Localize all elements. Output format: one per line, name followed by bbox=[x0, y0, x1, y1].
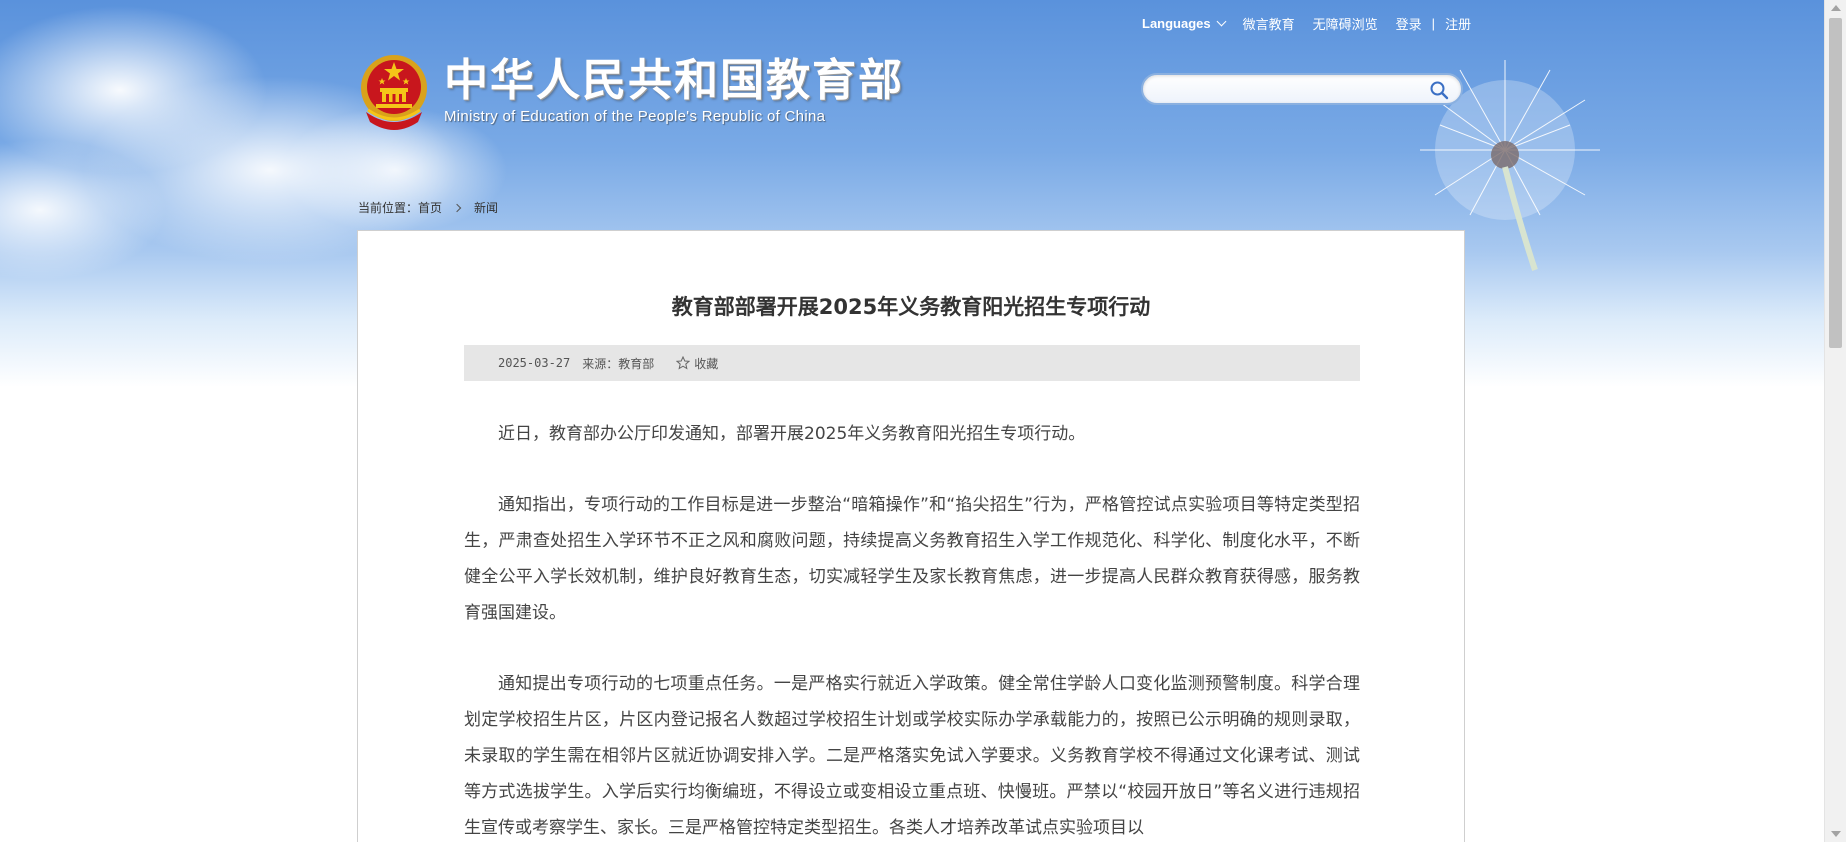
site-logo[interactable]: 中华人民共和国教育部 Ministry of Education of the … bbox=[358, 52, 904, 132]
chevron-right-icon bbox=[452, 203, 462, 212]
breadcrumb-current[interactable]: 新闻 bbox=[474, 199, 498, 216]
languages-label: Languages bbox=[1142, 16, 1211, 31]
search-input[interactable] bbox=[1157, 79, 1421, 101]
weiyan-link[interactable]: 微言教育 bbox=[1243, 14, 1295, 33]
breadcrumb: 当前位置： 首页 新闻 bbox=[358, 199, 498, 216]
article-container: 教育部部署开展2025年义务教育阳光招生专项行动 2025-03-27 来源：教… bbox=[357, 230, 1465, 842]
accessible-browse-link[interactable]: 无障碍浏览 bbox=[1313, 14, 1378, 33]
page-scrollbar[interactable] bbox=[1824, 0, 1846, 842]
article-paragraph: 近日，教育部办公厅印发通知，部署开展2025年义务教育阳光招生专项行动。 bbox=[498, 424, 1086, 444]
article-paragraph: 通知提出专项行动的七项重点任务。一是严格实行就近入学政策。健全常住学龄人口变化监… bbox=[464, 674, 1360, 838]
languages-menu[interactable]: Languages bbox=[1142, 16, 1227, 31]
login-link[interactable]: 登录 bbox=[1396, 14, 1422, 33]
article-title: 教育部部署开展2025年义务教育阳光招生专项行动 bbox=[671, 295, 1151, 319]
article-paragraph: 通知指出，专项行动的工作目标是进一步整治“暗箱操作”和“掐尖招生”行为，严格管控… bbox=[464, 495, 1360, 623]
breadcrumb-home-link[interactable]: 首页 bbox=[418, 199, 442, 216]
site-title-en: Ministry of Education of the People's Re… bbox=[444, 108, 826, 125]
top-links: Languages 微言教育 无障碍浏览 登录 | 注册 bbox=[1142, 14, 1471, 33]
search-box bbox=[1141, 73, 1463, 105]
national-emblem-icon bbox=[361, 55, 427, 130]
scrollbar-thumb[interactable] bbox=[1829, 18, 1842, 348]
breadcrumb-prefix: 当前位置： bbox=[358, 201, 419, 215]
scroll-up-arrow-icon[interactable] bbox=[1831, 5, 1841, 11]
search-icon[interactable] bbox=[1429, 80, 1449, 100]
favorite-label: 收藏 bbox=[694, 356, 719, 371]
site-title-cn: 中华人民共和国教育部 bbox=[444, 55, 904, 106]
link-separator: | bbox=[1431, 16, 1436, 31]
article-meta-bar: 2025-03-27 来源：教育部 收藏 bbox=[464, 345, 1360, 381]
register-link[interactable]: 注册 bbox=[1445, 14, 1471, 33]
star-icon bbox=[676, 356, 691, 370]
article-date: 2025-03-27 bbox=[498, 356, 571, 370]
scroll-down-arrow-icon[interactable] bbox=[1831, 831, 1841, 837]
article-body: 近日，教育部办公厅印发通知，部署开展2025年义务教育阳光招生专项行动。 通知指… bbox=[464, 416, 1360, 842]
article-source: 来源：教育部 bbox=[582, 356, 655, 371]
favorite-button[interactable]: 收藏 bbox=[676, 355, 718, 372]
chevron-down-icon bbox=[1216, 16, 1227, 27]
page: Languages 微言教育 无障碍浏览 登录 | 注册 中华人民共和国教育部 bbox=[0, 0, 1846, 842]
